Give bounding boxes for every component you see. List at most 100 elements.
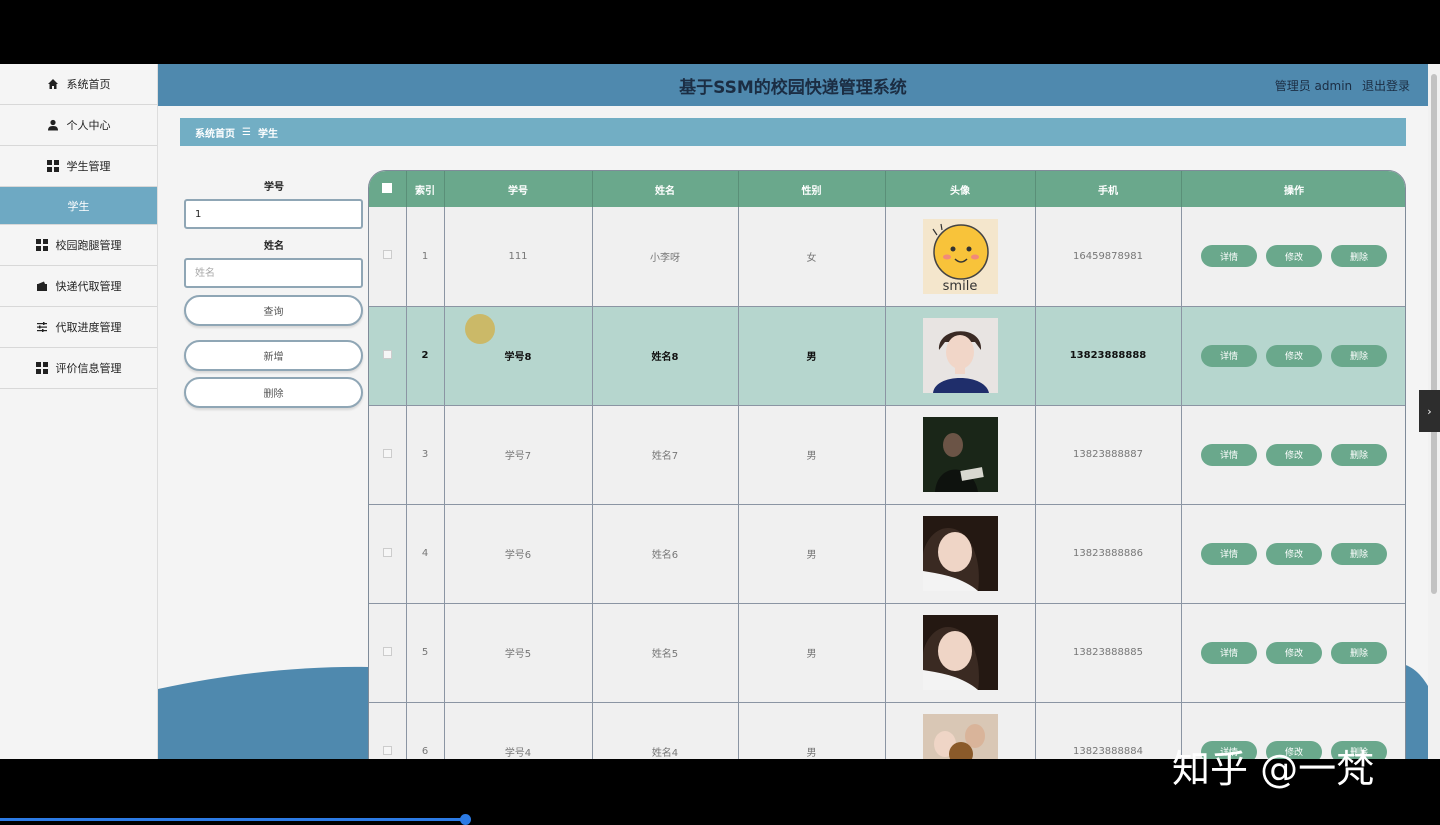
sidebar-item-label: 个人中心 <box>66 119 111 132</box>
table-row[interactable]: 3 学号7 姓名7 男 13823888887 详情 修改 删除 <box>369 405 1405 505</box>
sidebar-item-label: 代取进度管理 <box>55 321 122 334</box>
cell-index: 3 <box>406 405 445 505</box>
cell-name: 姓名8 <box>592 306 739 406</box>
cell-name: 姓名5 <box>592 603 739 703</box>
edit-button[interactable]: 修改 <box>1266 641 1322 664</box>
chevron-right-icon: › <box>1427 404 1432 418</box>
sidebar-item-label: 校园跑腿管理 <box>55 239 122 252</box>
row-checkbox[interactable] <box>382 448 392 458</box>
row-checkbox[interactable] <box>382 646 392 656</box>
video-progress-bar[interactable] <box>0 818 466 821</box>
sidebar-item-pickup-management[interactable]: 快递代取管理 <box>0 266 157 307</box>
cell-gender: 男 <box>738 702 886 759</box>
detail-button[interactable]: 详情 <box>1201 542 1257 565</box>
current-user: 管理员 admin <box>1274 79 1353 93</box>
cell-index: 1 <box>406 207 445 307</box>
student-id-input[interactable] <box>184 199 363 229</box>
detail-button[interactable]: 详情 <box>1201 443 1257 466</box>
avatar-photo[interactable] <box>922 615 998 690</box>
delete-button[interactable]: 删除 <box>1331 245 1387 268</box>
sidebar-item-profile[interactable]: 个人中心 <box>0 105 157 146</box>
cell-id: 学号6 <box>444 504 593 604</box>
scrollbar-thumb[interactable] <box>1431 74 1437 594</box>
table-header-row: 索引 学号 姓名 性别 头像 手机 操作 <box>369 171 1405 207</box>
sidebar-item-label: 快递代取管理 <box>55 280 122 293</box>
edit-button[interactable]: 修改 <box>1266 245 1322 268</box>
user-bar: 管理员 admin 退出登录 <box>1269 77 1410 94</box>
cell-index: 5 <box>406 603 445 703</box>
delete-button[interactable]: 删除 <box>1331 542 1387 565</box>
row-checkbox[interactable] <box>382 745 392 755</box>
detail-button[interactable]: 详情 <box>1201 641 1257 664</box>
sidebar-item-label: 评价信息管理 <box>55 362 122 375</box>
video-progress-knob[interactable] <box>460 814 471 825</box>
cell-id: 111 <box>444 207 593 307</box>
student-id-label: 学号 <box>264 182 284 193</box>
page-title: 基于SSM的校园快递管理系统 <box>679 78 907 98</box>
batch-delete-button[interactable]: 删除 <box>184 377 363 408</box>
detail-button[interactable]: 详情 <box>1201 245 1257 268</box>
delete-button[interactable]: 删除 <box>1331 443 1387 466</box>
user-icon <box>47 119 59 131</box>
cell-gender: 男 <box>738 603 886 703</box>
avatar-photo[interactable] <box>922 516 998 591</box>
table-row[interactable]: 2 学号8 姓名8 男 13823888888 详情 修改 删除 <box>369 306 1405 406</box>
cell-phone: 13823888888 <box>1035 306 1182 406</box>
cell-index: 6 <box>406 702 445 759</box>
breadcrumb-current: 学生 <box>257 128 278 140</box>
sidebar-item-home[interactable]: 系统首页 <box>0 64 157 105</box>
sliders-icon <box>36 321 48 333</box>
grid-icon <box>35 239 48 251</box>
row-checkbox[interactable] <box>382 547 392 557</box>
avatar-text: smile <box>942 279 977 294</box>
cell-gender: 男 <box>738 504 886 604</box>
add-button[interactable]: 新增 <box>184 340 363 371</box>
detail-button[interactable]: 详情 <box>1201 344 1257 367</box>
column-header: 操作 <box>1181 171 1405 207</box>
sidebar-item-student-management[interactable]: 学生管理 <box>0 146 157 187</box>
table-row[interactable]: 5 学号5 姓名5 男 13823888885 详情 修改 删除 <box>369 603 1405 703</box>
query-button[interactable]: 查询 <box>184 295 363 326</box>
mouse-cursor-highlight <box>465 314 495 344</box>
cell-gender: 男 <box>738 306 886 406</box>
sidebar-item-errand-management[interactable]: 校园跑腿管理 <box>0 225 157 266</box>
avatar-photo[interactable] <box>922 714 998 759</box>
cell-phone: 16459878981 <box>1035 207 1182 307</box>
cell-phone: 13823888884 <box>1035 702 1182 759</box>
sidebar-item-label: 学生管理 <box>66 160 111 173</box>
avatar-photo[interactable] <box>922 318 998 393</box>
sidebar-item-student[interactable]: 学生 <box>0 187 157 225</box>
avatar-smiley[interactable]: smile <box>922 218 998 294</box>
table-row[interactable]: 4 学号6 姓名6 男 13823888886 详情 修改 删除 <box>369 504 1405 604</box>
sidebar-item-label: 学生 <box>67 199 90 213</box>
avatar-photo[interactable] <box>922 417 998 492</box>
cell-id: 学号7 <box>444 405 593 505</box>
select-all-cell <box>369 171 407 207</box>
cell-name: 姓名4 <box>592 702 739 759</box>
breadcrumb-home[interactable]: 系统首页 <box>195 125 235 140</box>
edit-button[interactable]: 修改 <box>1266 344 1322 367</box>
cell-name: 姓名7 <box>592 405 739 505</box>
search-form: 学号 姓名 查询 新增 删除 <box>184 178 364 408</box>
sidebar-item-review-management[interactable]: 评价信息管理 <box>0 348 157 389</box>
student-table: 索引 学号 姓名 性别 头像 手机 操作 1 111 小李呀 女 smile 1… <box>368 170 1406 759</box>
delete-button[interactable]: 删除 <box>1331 344 1387 367</box>
table-row[interactable]: 1 111 小李呀 女 smile 16459878981 详情 修改 删除 <box>369 207 1405 307</box>
cell-phone: 13823888886 <box>1035 504 1182 604</box>
logout-link[interactable]: 退出登录 <box>1362 79 1410 93</box>
cell-id: 学号4 <box>444 702 593 759</box>
edit-button[interactable]: 修改 <box>1266 443 1322 466</box>
select-all-checkbox[interactable] <box>382 182 393 193</box>
side-expand-tab[interactable]: › <box>1419 390 1440 432</box>
sidebar-item-progress-management[interactable]: 代取进度管理 <box>0 307 157 348</box>
row-checkbox[interactable] <box>382 250 392 260</box>
cell-id: 学号5 <box>444 603 593 703</box>
edit-button[interactable]: 修改 <box>1266 542 1322 565</box>
cell-index: 4 <box>406 504 445 604</box>
column-header: 索引 <box>406 171 445 207</box>
cell-gender: 男 <box>738 405 886 505</box>
delete-button[interactable]: 删除 <box>1331 641 1387 664</box>
row-checkbox[interactable] <box>382 349 392 359</box>
home-icon <box>47 78 59 90</box>
student-name-input[interactable] <box>184 258 363 288</box>
